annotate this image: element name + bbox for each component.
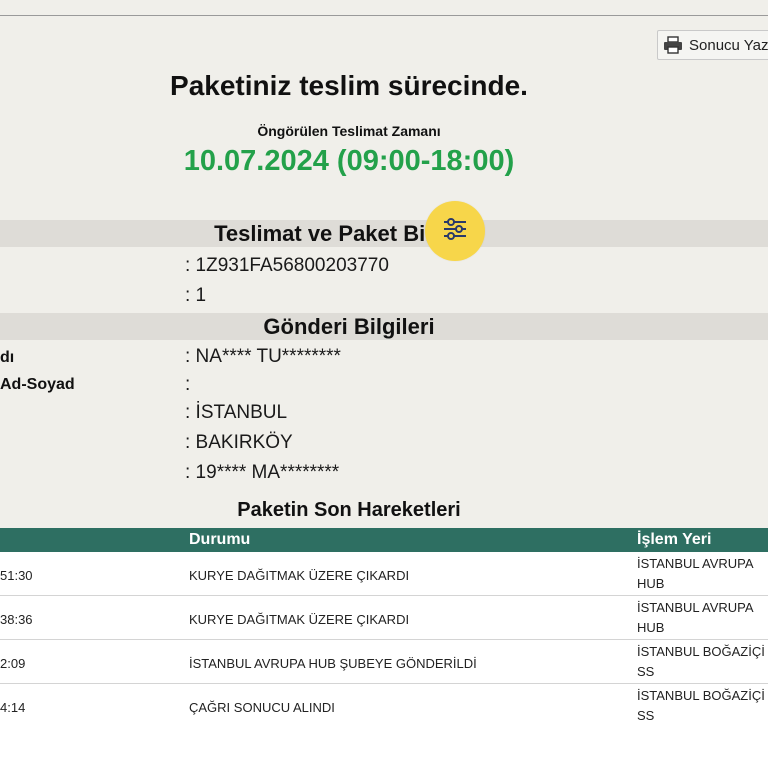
row-time: 2:09 xyxy=(0,656,26,671)
row-status: KURYE DAĞITMAK ÜZERE ÇIKARDI xyxy=(189,568,410,583)
shipment-section-title: Gönderi Bilgileri xyxy=(263,314,435,339)
row-location-line2: SS xyxy=(637,664,655,679)
row-status: ÇAĞRI SONUCU ALINDI xyxy=(189,700,335,715)
row-location-line1: İSTANBUL AVRUPA xyxy=(637,600,754,615)
row-location-line2: SS xyxy=(637,708,655,723)
movements-table: Durumu İşlem Yeri 51:30 KURYE DAĞITMAK Ü… xyxy=(0,528,768,757)
row-location: İSTANBUL BOĞAZİÇİ SS xyxy=(637,642,768,682)
header-status: Durumu xyxy=(189,531,251,548)
row-time: 38:36 xyxy=(0,612,33,627)
page-title: Paketiniz teslim sürecinde. xyxy=(170,70,528,101)
row-time: 4:14 xyxy=(0,700,26,715)
header-location: İşlem Yeri xyxy=(637,531,712,548)
receiver-name-label: Ad-Soyad xyxy=(0,376,75,393)
row-location: İSTANBUL AVRUPA HUB xyxy=(637,598,768,638)
tracking-number-value: : 1Z931FA56800203770 xyxy=(185,255,389,276)
moves-title: Paketin Son Hareketleri xyxy=(237,499,461,521)
table-row: 4:14 ÇAĞRI SONUCU ALINDI İSTANBUL BOĞAZİ… xyxy=(0,684,768,727)
row-location: İSTANBUL BOĞAZİÇİ SS xyxy=(637,686,768,726)
top-divider xyxy=(0,15,768,16)
table-body: 51:30 KURYE DAĞITMAK ÜZERE ÇIKARDI İSTAN… xyxy=(0,552,768,757)
row-location-line2: HUB xyxy=(637,576,665,591)
filter-settings-button[interactable] xyxy=(425,201,485,261)
row-location-line1: İSTANBUL BOĞAZİÇİ xyxy=(637,644,765,659)
row-location: İSTANBUL AVRUPA HUB xyxy=(637,554,768,594)
sliders-icon xyxy=(442,216,468,247)
row-location-line1: İSTANBUL AVRUPA xyxy=(637,556,754,571)
city-value: : İSTANBUL xyxy=(185,402,288,423)
table-row: 2:09 İSTANBUL AVRUPA HUB ŞUBEYE GÖNDERİL… xyxy=(0,640,768,683)
eta-label: Öngörülen Teslimat Zamanı xyxy=(257,123,441,139)
table-row: 51:30 KURYE DAĞITMAK ÜZERE ÇIKARDI İSTAN… xyxy=(0,552,768,595)
eta-value: 10.07.2024 (09:00-18:00) xyxy=(183,145,515,177)
delivery-section-header: Teslimat ve Paket Bilgileri xyxy=(0,220,768,247)
print-result-button[interactable]: Sonucu Yazdır xyxy=(657,30,768,60)
row-location-line2: HUB xyxy=(637,620,665,635)
table-header: Durumu İşlem Yeri xyxy=(0,528,768,552)
row-location-line1: İSTANBUL BOĞAZİÇİ xyxy=(637,688,765,703)
shipment-section-header: Gönderi Bilgileri xyxy=(0,313,768,340)
sender-value: : NA**** TU******** xyxy=(185,346,341,367)
print-button-label: Sonucu Yazdır xyxy=(689,36,768,54)
receiver-value: : 19**** MA******** xyxy=(185,462,340,483)
page-bottom xyxy=(0,752,768,768)
sender-label: dı xyxy=(0,349,15,366)
district-value: : BAKIRKÖY xyxy=(185,432,293,453)
row-status: İSTANBUL AVRUPA HUB ŞUBEYE GÖNDERİLDİ xyxy=(189,656,477,671)
receiver-name-value: : xyxy=(185,374,191,395)
printer-icon xyxy=(663,36,683,54)
row-status: KURYE DAĞITMAK ÜZERE ÇIKARDI xyxy=(189,612,410,627)
row-time: 51:30 xyxy=(0,568,33,583)
table-row: 38:36 KURYE DAĞITMAK ÜZERE ÇIKARDI İSTAN… xyxy=(0,596,768,639)
package-count-value: : 1 xyxy=(185,285,207,306)
